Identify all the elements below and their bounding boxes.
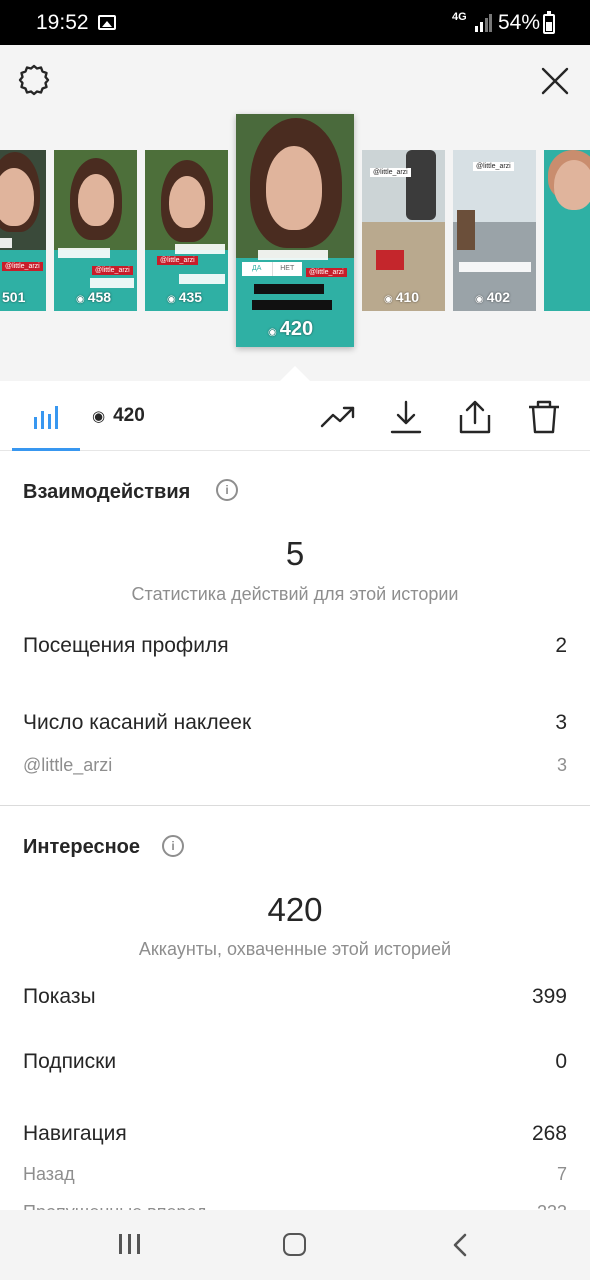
- image-notification-icon: [98, 15, 116, 30]
- tab-viewers[interactable]: ◉ 420: [92, 405, 145, 427]
- story-thumbnail-selected[interactable]: ДА НЕТ @little_arzi ◉ 420: [236, 114, 354, 347]
- story-views-label: ◉ 458: [76, 289, 112, 305]
- story-thumbnail[interactable]: @little_arzi ◉ 458: [54, 150, 137, 311]
- navigation-value: 268: [531, 1122, 567, 1145]
- impressions-value: 399: [531, 985, 567, 1008]
- tab-insights[interactable]: [12, 381, 80, 451]
- story-thumbnail[interactable]: @little_arzi ◉ 410: [362, 150, 445, 311]
- info-icon[interactable]: i: [162, 835, 184, 857]
- back-chevron-icon[interactable]: [452, 1233, 468, 1257]
- network-type: 4G: [452, 11, 467, 23]
- sticker-mention: @little_arzi: [306, 268, 347, 277]
- profile-visits-value: 2: [555, 634, 567, 657]
- share-icon[interactable]: [457, 399, 493, 435]
- back-label: Назад: [23, 1164, 75, 1184]
- story-thumbnail[interactable]: [544, 150, 590, 311]
- interactions-title: Взаимодействия: [23, 481, 191, 503]
- reach-total: 420: [267, 891, 323, 928]
- section-divider: [0, 805, 590, 806]
- follows-value: 0: [555, 1050, 567, 1073]
- status-bar: 19:52 4G 54%: [0, 0, 590, 45]
- interactions-caption: Статистика действий для этой истории: [131, 584, 459, 604]
- follows-label: Подписки: [23, 1050, 117, 1073]
- sticker-mention: @little_arzi: [157, 256, 198, 265]
- recents-icon[interactable]: [119, 1234, 141, 1254]
- battery-icon: [543, 11, 555, 34]
- delete-trash-icon[interactable]: [526, 399, 562, 435]
- story-views-label: ◉ 410: [384, 289, 420, 305]
- profile-visits-label: Посещения профиля: [23, 634, 229, 657]
- close-icon[interactable]: [538, 64, 572, 98]
- settings-gear-icon[interactable]: [17, 63, 51, 97]
- story-views-label: ◉ 435: [167, 289, 203, 305]
- sticker-mention-value: 3: [556, 755, 567, 775]
- signal-icon: [475, 14, 492, 32]
- viewers-count: 420: [113, 405, 145, 426]
- sticker-mention-label[interactable]: @little_arzi: [23, 755, 112, 776]
- eye-icon: ◉: [92, 408, 106, 425]
- system-nav-bar: [0, 1210, 590, 1280]
- bar-chart-icon: [34, 406, 58, 429]
- story-views-label: ◉ 402: [475, 289, 511, 305]
- story-thumbnail[interactable]: @little_arzi 501: [0, 150, 46, 311]
- home-icon[interactable]: [283, 1233, 306, 1256]
- back-value: 7: [556, 1164, 567, 1184]
- battery-percent: 54%: [498, 11, 541, 34]
- story-views-label: ◉ 420: [268, 318, 314, 340]
- sticker-mention: @little_arzi: [473, 162, 514, 171]
- info-icon[interactable]: i: [216, 479, 238, 501]
- story-thumbnail[interactable]: @little_arzi ◉ 435: [145, 150, 228, 311]
- insights-toolbar: ◉ 420: [0, 381, 590, 451]
- interactions-total: 5: [285, 535, 305, 572]
- sticker-mention: @little_arzi: [92, 266, 133, 275]
- navigation-label: Навигация: [23, 1122, 127, 1145]
- selection-pointer: [280, 366, 310, 381]
- download-icon[interactable]: [388, 399, 424, 435]
- impressions-label: Показы: [23, 985, 96, 1008]
- discovery-title: Интересное: [23, 836, 140, 858]
- story-views-label: 501: [2, 289, 26, 305]
- promote-trend-icon[interactable]: [320, 399, 356, 435]
- story-thumbnail[interactable]: @little_arzi ◉ 402: [453, 150, 536, 311]
- poll-sticker: ДА НЕТ: [242, 262, 302, 276]
- reach-caption: Аккаунты, охваченные этой историей: [138, 939, 452, 959]
- sticker-taps-value: 3: [555, 711, 567, 734]
- sticker-mention: @little_arzi: [370, 168, 411, 177]
- sticker-taps-label: Число касаний наклеек: [23, 711, 252, 734]
- status-time: 19:52: [36, 11, 89, 34]
